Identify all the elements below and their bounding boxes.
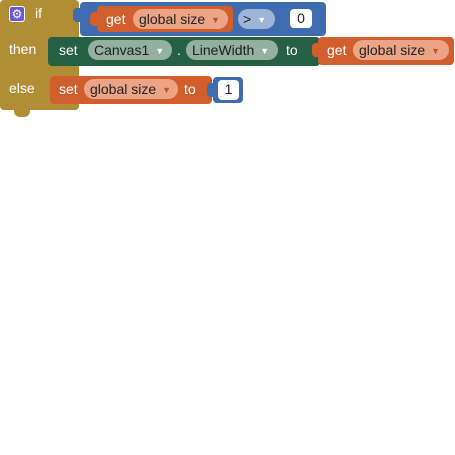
variable-dropdown[interactable]: global size ▼ <box>84 79 178 99</box>
operator-symbol: > <box>243 11 252 27</box>
component-dropdown[interactable]: Canvas1 ▼ <box>88 40 172 60</box>
dropdown-arrow-icon: ▼ <box>162 85 172 95</box>
operator-dropdown[interactable]: > ▼ <box>238 9 275 29</box>
dropdown-arrow-icon: ▼ <box>211 15 221 25</box>
component-name: Canvas1 <box>94 42 150 58</box>
variable-dropdown[interactable]: global size ▼ <box>353 40 449 60</box>
variable-name: global size <box>359 42 426 58</box>
block-next-connector <box>14 108 30 117</box>
dropdown-arrow-icon: ▼ <box>431 46 441 56</box>
variable-dropdown[interactable]: global size ▼ <box>133 9 228 29</box>
if-label: if <box>35 5 42 21</box>
get-label: get <box>327 42 347 58</box>
blocks-workspace[interactable]: ⚙ if then else get global size ▼ > ▼ 0 set… <box>0 0 455 455</box>
dropdown-arrow-icon: ▼ <box>155 46 165 56</box>
gear-icon[interactable]: ⚙ <box>9 6 25 22</box>
set-label: set <box>59 81 78 97</box>
to-label: to <box>184 81 196 97</box>
number-field[interactable]: 1 <box>218 80 239 100</box>
to-label: to <box>286 42 298 58</box>
variable-name: global size <box>139 11 206 27</box>
then-label: then <box>9 41 37 57</box>
property-name: LineWidth <box>192 42 255 58</box>
property-dropdown[interactable]: LineWidth ▼ <box>186 40 278 60</box>
else-label: else <box>9 80 35 96</box>
dot-separator: . <box>177 42 181 58</box>
get-label: get <box>106 11 126 27</box>
variable-name: global size <box>90 81 157 97</box>
number-field[interactable]: 0 <box>290 9 312 28</box>
set-label: set <box>59 42 78 58</box>
dropdown-arrow-icon: ▼ <box>260 46 270 56</box>
dropdown-arrow-icon: ▼ <box>257 15 267 25</box>
